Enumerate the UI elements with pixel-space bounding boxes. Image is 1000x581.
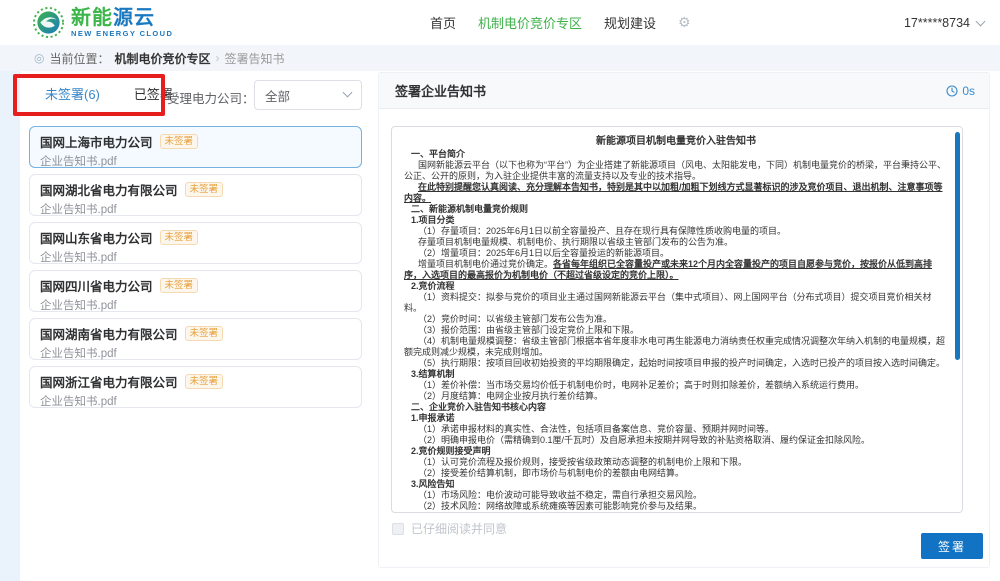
company-name: 国网上海市电力公司	[40, 132, 153, 151]
company-name: 国网山东省电力公司	[40, 228, 153, 247]
document-title: 新能源项目机制电量竞价入驻告知书	[404, 135, 948, 149]
document-line: （2）接受差价结算机制，即市场价与机制电价的差额由电网结算。	[404, 468, 948, 479]
logo-cn-blue: 源云	[113, 7, 155, 29]
company-name: 国网湖北省电力有限公司	[40, 180, 178, 199]
company-list-item[interactable]: 国网湖北省电力有限公司未签署企业告知书.pdf	[29, 174, 362, 216]
logo[interactable]: 新能源云 NEW ENERGY CLOUD	[33, 7, 173, 38]
company-file-name: 企业告知书.pdf	[40, 345, 351, 361]
breadcrumb-prefix: 当前位置：	[49, 50, 109, 67]
logo-globe-icon	[33, 7, 64, 38]
agree-checkbox-row[interactable]: 已仔细阅读并同意	[392, 520, 507, 537]
document-line: 1.项目分类	[404, 215, 948, 226]
filter-label: 受理电力公司：	[167, 88, 255, 107]
document-line: （1）存量项目：2025年6月1日以前全容量投产、且存在现行具有保障性质收购电量…	[404, 226, 948, 237]
panel-header: 签署企业告知书 0s	[379, 73, 989, 109]
breadcrumb: ◎ 当前位置： 机制电价竞价专区 › 签署告知书	[0, 45, 1000, 71]
panel-title: 签署企业告知书	[395, 81, 486, 100]
document-line: 3.风险告知	[404, 479, 948, 490]
document-line: 1.申报承诺	[404, 413, 948, 424]
company-file-name: 企业告知书.pdf	[40, 249, 351, 265]
document-line: 国网新能源云平台（以下也称为“平台”）为企业搭建了新能源项目（风电、太阳能发电，…	[404, 160, 948, 182]
nav-item-planning[interactable]: 规划建设	[604, 13, 656, 32]
document-line: 3.结算机制	[404, 369, 948, 380]
company-file-name: 企业告知书.pdf	[40, 297, 351, 313]
company-file-name: 企业告知书.pdf	[40, 201, 351, 217]
company-name: 国网四川省电力公司	[40, 276, 153, 295]
document-line: （2）竞价时间：以省级主管部门发布公告为准。	[404, 314, 948, 325]
logo-subtitle: NEW ENERGY CLOUD	[71, 29, 173, 38]
document-line: 存量项目机制电量规模、机制电价、执行期限以省级主管部门发布的公告为准。	[404, 237, 948, 248]
company-file-name: 企业告知书.pdf	[40, 393, 351, 409]
company-name: 国网浙江省电力有限公司	[40, 372, 178, 391]
document-line: 2.竞价流程	[404, 281, 948, 292]
document-line: （2）明确申报电价（需精确到0.1厘/千瓦时）及自愿承担未按期并网导致的补贴资格…	[404, 435, 948, 446]
company-list-item[interactable]: 国网上海市电力公司未签署企业告知书.pdf	[29, 126, 362, 168]
timer-value: 0s	[962, 84, 975, 98]
page: 新能源云 NEW ENERGY CLOUD 首页 机制电价竞价专区 规划建设 ⚙…	[0, 0, 1000, 581]
document-line: （3）政策风险：法规调整可能影响电价机制，如消纳责任权重变化或绿证政策衔接。	[404, 512, 948, 513]
document-line: （1）差价补偿：当市场交易均价低于机制电价时，电网补足差价；高于时则扣除差价，差…	[404, 380, 948, 391]
nav-item-bidding-zone[interactable]: 机制电价竞价专区	[478, 13, 582, 32]
top-bar: 新能源云 NEW ENERGY CLOUD 首页 机制电价竞价专区 规划建设 ⚙…	[0, 0, 1000, 45]
document-line: 二、企业竞价入驻告知书核心内容	[404, 402, 948, 413]
document-line: （1）认可竞价流程及报价规则，接受按省级政策动态调整的机制电价上限和下限。	[404, 457, 948, 468]
document-body: 新能源项目机制电量竞价入驻告知书一、平台简介国网新能源云平台（以下也称为“平台”…	[404, 135, 948, 513]
user-account[interactable]: 17*****8734	[904, 0, 984, 45]
chevron-down-icon	[976, 16, 986, 26]
company-name: 国网湖南省电力有限公司	[40, 324, 178, 343]
agree-label: 已仔细阅读并同意	[411, 520, 507, 537]
company-file-name: 企业告知书.pdf	[40, 153, 351, 169]
breadcrumb-separator-icon: ›	[216, 51, 220, 65]
agree-checkbox[interactable]	[392, 523, 404, 535]
main-nav: 首页 机制电价竞价专区 规划建设 ⚙	[430, 0, 691, 45]
tab-unsigned[interactable]: 未签署(6)	[45, 84, 100, 103]
document-line: 增量项目机制电价通过竞价确定。各省每年组织已全容量投产或未来12个月内全容量投产…	[404, 259, 948, 281]
document-line: （2）技术风险：网络故障或系统瘫痪等因素可能影响竞价参与及结果。	[404, 501, 948, 512]
location-pin-icon: ◎	[34, 51, 44, 65]
company-list-item[interactable]: 国网湖南省电力有限公司未签署企业告知书.pdf	[29, 318, 362, 360]
read-timer: 0s	[946, 84, 975, 98]
clock-icon	[946, 85, 958, 97]
user-phone-masked: 17*****8734	[904, 16, 970, 30]
nav-item-home[interactable]: 首页	[430, 13, 456, 32]
power-company-select[interactable]: 全部	[254, 80, 362, 110]
document-line: （3）报价范围：由省级主管部门设定竞价上限和下限。	[404, 325, 948, 336]
document-line: （1）承诺申报材料的真实性、合法性，包括项目备案信息、竞价容量、预期并网时间等。	[404, 424, 948, 435]
sign-button[interactable]: 签署	[921, 533, 983, 559]
company-list-item[interactable]: 国网山东省电力公司未签署企业告知书.pdf	[29, 222, 362, 264]
status-badge-unsigned: 未签署	[185, 374, 224, 389]
sign-notice-panel: 签署企业告知书 0s 新能源项目机制电量竞价入驻告知书一、平台简介国网新能源云平…	[378, 72, 990, 568]
breadcrumb-section[interactable]: 机制电价竞价专区	[115, 50, 211, 67]
document-line: （4）机制电量规模调整：省级主管部门根据本省年度非水电可再生能源电力消纳责任权重…	[404, 336, 948, 358]
left-background-strip	[0, 71, 20, 581]
document-line: 二、新能源机制电量竞价规则	[404, 204, 948, 215]
logo-text: 新能源云 NEW ENERGY CLOUD	[71, 8, 173, 38]
scrollbar-thumb[interactable]	[955, 132, 960, 360]
breadcrumb-current: 签署告知书	[225, 50, 285, 67]
status-badge-unsigned: 未签署	[160, 134, 199, 149]
sign-status-tabs: 未签署(6) 已签署	[45, 84, 173, 103]
logo-cn-green: 新能	[71, 7, 113, 29]
power-company-select-value: 全部	[265, 86, 290, 105]
document-line: （5）执行期限：按项目回收初始投资的平均期限确定，起始时间按项目申报的投产时间确…	[404, 358, 948, 369]
document-line: （1）市场风险：电价波动可能导致收益不稳定，需自行承担交易风险。	[404, 490, 948, 501]
notice-document-scroll-area[interactable]: 新能源项目机制电量竞价入驻告知书一、平台简介国网新能源云平台（以下也称为“平台”…	[391, 126, 963, 513]
status-badge-unsigned: 未签署	[185, 326, 224, 341]
company-list-item[interactable]: 国网四川省电力公司未签署企业告知书.pdf	[29, 270, 362, 312]
document-line: （2）月度结算：电网企业按月执行差价结算。	[404, 391, 948, 402]
document-line: 一、平台简介	[404, 149, 948, 160]
company-list-item[interactable]: 国网浙江省电力有限公司未签署企业告知书.pdf	[29, 366, 362, 408]
document-line: 在此特别提醒您认真阅读、充分理解本告知书，特别是其中以加粗/加粗下划线方式显著标…	[404, 182, 948, 204]
status-badge-unsigned: 未签署	[160, 230, 199, 245]
status-badge-unsigned: 未签署	[185, 182, 224, 197]
settings-gear-icon[interactable]: ⚙	[678, 14, 691, 31]
document-line: 2.竞价规则接受声明	[404, 446, 948, 457]
status-badge-unsigned: 未签署	[160, 278, 199, 293]
company-list: 国网上海市电力公司未签署企业告知书.pdf国网湖北省电力有限公司未签署企业告知书…	[29, 126, 362, 414]
document-line: （2）增量项目：2025年6月1日以后全容量投运的新能源项目。	[404, 248, 948, 259]
document-line: （1）资料提交：拟参与竞价的项目业主通过国网新能源云平台（集中式项目）、网上国网…	[404, 292, 948, 314]
chevron-down-icon	[343, 88, 353, 98]
